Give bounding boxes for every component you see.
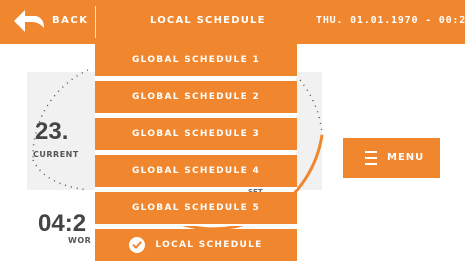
dropdown-item-global-schedule-1[interactable]: GLOBAL SCHEDULE 1 [95, 44, 297, 78]
dropdown-item-label: GLOBAL SCHEDULE 2 [131, 92, 261, 102]
hamburger-icon [365, 151, 377, 165]
checkmark-icon [129, 237, 146, 253]
dropdown-item-global-schedule-5[interactable]: GLOBAL SCHEDULE 5 [95, 192, 297, 226]
dropdown-item-global-schedule-4[interactable]: GLOBAL SCHEDULE 4 [95, 155, 297, 189]
work-time: 04:2 [38, 210, 87, 237]
dropdown-item-local-schedule[interactable]: LOCAL SCHEDULE [95, 229, 297, 263]
dropdown-item-label: LOCAL SCHEDULE [155, 240, 263, 250]
current-temperature: 23. [35, 118, 69, 145]
dropdown-item-label: GLOBAL SCHEDULE 5 [131, 203, 261, 213]
current-label: CURRENT [33, 150, 79, 159]
dropdown-item-label: GLOBAL SCHEDULE 4 [131, 166, 261, 176]
menu-label: MENU [387, 152, 425, 163]
dropdown-item-global-schedule-2[interactable]: GLOBAL SCHEDULE 2 [95, 81, 297, 115]
dropdown-item-global-schedule-3[interactable]: GLOBAL SCHEDULE 3 [95, 118, 297, 152]
menu-button[interactable]: MENU [343, 138, 440, 178]
work-label: WOR [68, 236, 92, 245]
dropdown-item-label: GLOBAL SCHEDULE 1 [131, 55, 261, 65]
dropdown-item-label: GLOBAL SCHEDULE 3 [131, 129, 261, 139]
